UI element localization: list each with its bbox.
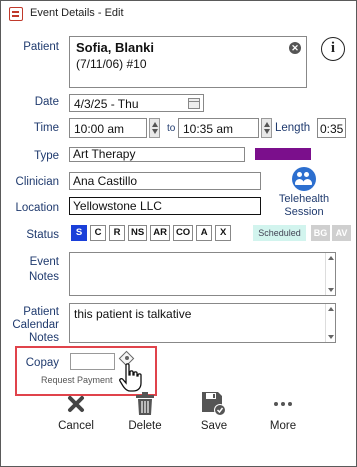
delete-button[interactable]: Delete — [115, 389, 175, 432]
event-notes-label: Event Notes — [9, 255, 59, 285]
spin-down-icon[interactable] — [152, 129, 158, 134]
request-payment-icon-dot — [125, 356, 129, 360]
telehealth-icon — [292, 167, 316, 191]
cancel-label: Cancel — [58, 420, 94, 432]
save-label: Save — [200, 420, 228, 432]
status-x-button[interactable]: X — [215, 225, 232, 241]
save-icon — [202, 392, 226, 416]
event-notes-textarea[interactable] — [69, 252, 336, 296]
patient-calendar-notes-label: Patient Calendar Notes — [5, 306, 59, 345]
cancel-button[interactable]: Cancel — [46, 389, 106, 432]
location-label: Location — [15, 202, 59, 214]
start-time-field[interactable]: 10:00 am — [69, 118, 147, 138]
scroll-down-icon[interactable] — [328, 335, 334, 339]
patient-label: Patient — [23, 41, 59, 53]
request-payment-label: Request Payment — [41, 375, 113, 385]
title-bar: Event Details - Edit — [1, 1, 356, 27]
status-badge: Scheduled — [253, 225, 306, 241]
copay-input[interactable] — [70, 353, 115, 370]
patient-calendar-notes-line1: Patient — [23, 306, 59, 318]
end-time-spinner[interactable] — [261, 118, 272, 138]
copay-label: Copay — [25, 357, 59, 369]
to-label: to — [167, 123, 176, 134]
end-time-field[interactable]: 10:35 am — [178, 118, 259, 138]
type-label: Type — [34, 150, 59, 162]
event-notes-scrollbar[interactable] — [325, 253, 335, 295]
more-button[interactable]: More — [253, 389, 313, 432]
date-label: Date — [34, 96, 59, 108]
more-label: More — [269, 420, 297, 432]
action-bar: Cancel Delete Save More — [1, 389, 356, 439]
patient-calendar-notes-line2: Calendar — [12, 319, 59, 331]
spin-up-icon[interactable] — [152, 122, 158, 127]
app-icon — [9, 7, 23, 21]
spin-up-icon[interactable] — [264, 122, 270, 127]
patient-field[interactable]: Sofia, Blanki (7/11/06) #10 ✕ — [69, 36, 307, 88]
length-label: Length — [275, 122, 311, 134]
delete-label: Delete — [128, 420, 162, 432]
status-c-button[interactable]: C — [90, 225, 106, 241]
location-field[interactable]: Yellowstone LLC — [69, 197, 261, 215]
status-a-button[interactable]: A — [196, 225, 213, 241]
status-buttons: S C R NS AR CO A X — [71, 225, 234, 241]
patient-calendar-notes-textarea[interactable]: this patient is talkative — [69, 303, 336, 343]
time-label: Time — [33, 122, 59, 134]
scroll-up-icon[interactable] — [328, 307, 334, 311]
event-details-window: Event Details - Edit Patient Sofia, Blan… — [0, 0, 357, 467]
info-icon[interactable]: i — [321, 37, 345, 61]
clinician-field[interactable]: Ana Castillo — [69, 172, 261, 190]
clear-patient-icon[interactable]: ✕ — [289, 42, 301, 54]
event-notes-label-line2: Notes — [28, 271, 59, 283]
status-co-button[interactable]: CO — [172, 225, 194, 241]
patient-name: Sofia, Blanki — [76, 40, 155, 55]
start-time-spinner[interactable] — [149, 118, 160, 138]
telehealth-label-line2: Session — [284, 206, 324, 218]
window-title: Event Details - Edit — [30, 7, 124, 19]
type-field[interactable]: Art Therapy — [69, 147, 245, 162]
telehealth-session-button[interactable]: Telehealth Session — [271, 167, 337, 219]
scroll-up-icon[interactable] — [328, 256, 334, 260]
bg-button[interactable]: BG — [311, 225, 330, 241]
length-field[interactable]: 0:35 — [317, 118, 346, 138]
cancel-icon — [68, 396, 84, 412]
spin-down-icon[interactable] — [264, 129, 270, 134]
status-ns-button[interactable]: NS — [128, 225, 148, 241]
type-color-swatch — [255, 148, 311, 160]
av-button[interactable]: AV — [332, 225, 351, 241]
patient-calendar-notes-value: this patient is talkative — [74, 307, 192, 321]
status-s-button[interactable]: S — [71, 225, 87, 241]
status-label: Status — [26, 229, 59, 241]
trash-icon — [136, 392, 154, 415]
status-ar-button[interactable]: AR — [150, 225, 170, 241]
more-icon — [274, 402, 292, 406]
patient-calendar-notes-scrollbar[interactable] — [325, 304, 335, 342]
save-button[interactable]: Save — [184, 389, 244, 432]
telehealth-label-line1: Telehealth — [278, 193, 330, 205]
scroll-down-icon[interactable] — [328, 288, 334, 292]
event-notes-label-line1: Event — [29, 256, 59, 268]
status-r-button[interactable]: R — [109, 225, 125, 241]
clinician-label: Clinician — [15, 176, 59, 188]
patient-calendar-notes-line3: Notes — [28, 332, 59, 344]
date-value: 4/3/25 - Thu — [74, 97, 139, 111]
date-field[interactable]: 4/3/25 - Thu — [69, 94, 204, 112]
patient-details: (7/11/06) #10 — [76, 57, 147, 71]
calendar-icon[interactable] — [188, 98, 200, 109]
